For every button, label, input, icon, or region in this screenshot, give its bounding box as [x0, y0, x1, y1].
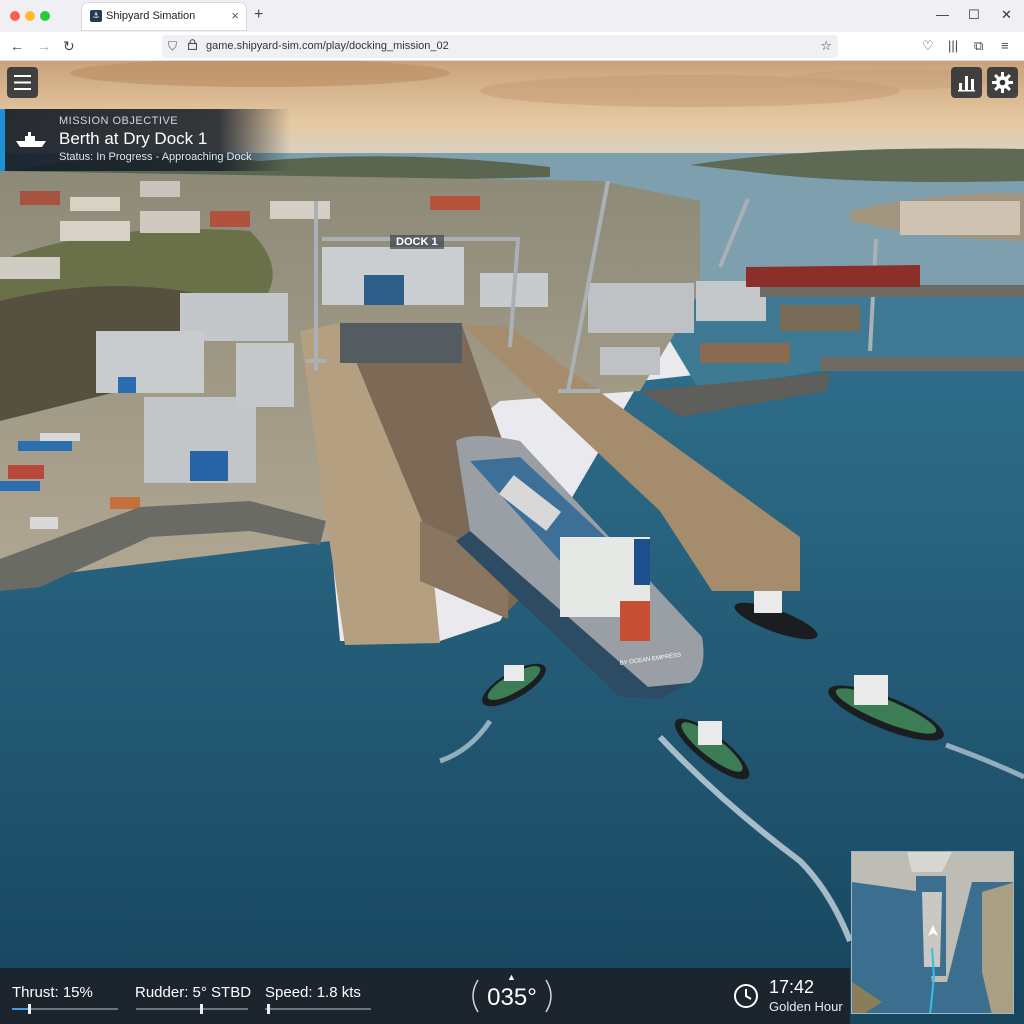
hamburger-icon — [14, 75, 31, 90]
url-text: game.shipyard-sim.com/play/docking_missi… — [206, 40, 449, 52]
settings-button[interactable] — [987, 67, 1018, 98]
tab-shipyard-simation[interactable]: ⚓ Shipyard Simation × — [82, 3, 246, 30]
heading-marker-icon: ▲ — [507, 972, 516, 982]
moored-ship — [746, 265, 920, 287]
heading-compass: ▲ 035° — [466, 968, 558, 1024]
rudder-readout: Rudder: 5° STBD — [135, 984, 252, 1001]
library-icon[interactable]: ||| — [948, 38, 958, 53]
thrust-slider-fill — [12, 1008, 28, 1010]
mission-title: Berth at Dry Dock 1 — [59, 129, 208, 148]
pier — [820, 357, 1024, 371]
heading-value: 035° — [487, 984, 537, 1011]
maximize-icon[interactable]: ☐ — [968, 7, 980, 23]
game-time: 17:42 — [769, 977, 815, 997]
forward-icon[interactable]: → — [37, 38, 51, 54]
speed-bar-indicator — [267, 1004, 270, 1014]
reload-icon[interactable]: ↻ — [63, 38, 75, 55]
player-position-arrow-icon — [928, 925, 938, 936]
ship-funnel — [634, 539, 650, 585]
zoom-window-button[interactable] — [40, 11, 50, 21]
app-menu-icon[interactable]: ≡ — [1001, 38, 1009, 53]
tab-close-icon[interactable]: × — [231, 8, 239, 23]
dock-caisson — [340, 323, 462, 363]
speed-readout: Speed: 1.8 kts — [265, 984, 361, 1001]
speed-bar — [265, 1004, 371, 1014]
thrust-readout: Thrust: 15% — [12, 984, 93, 1001]
gear-icon — [992, 72, 1013, 93]
bar-chart-icon — [958, 76, 975, 92]
ship-icon — [16, 132, 46, 147]
stats-button[interactable] — [951, 67, 982, 98]
minimize-icon[interactable]: — — [936, 7, 949, 22]
thrust-slider[interactable] — [12, 1004, 118, 1014]
tab-bar: ⚓ Shipyard Simation × + — ☐ ✕ — [0, 0, 1024, 32]
mission-status: Status: In Progress - Approaching Dock — [59, 151, 252, 163]
mission-label: MISSION OBJECTIVE — [59, 115, 179, 127]
shield-icon[interactable]: ⛉ — [168, 39, 177, 54]
bottom-hud-bar — [0, 968, 850, 1024]
mission-objective-panel[interactable]: MISSION OBJECTIVE Berth at Dry Dock 1 St… — [0, 109, 290, 171]
thrust-slider-handle[interactable] — [28, 1004, 31, 1014]
game-viewport[interactable]: BY OCEAN EMPRESS DOCK 1 MISSION OBJECTIV… — [0, 61, 1024, 1024]
new-tab-icon[interactable]: + — [254, 6, 263, 24]
rudder-slider-handle[interactable] — [200, 1004, 203, 1014]
lock-icon[interactable] — [188, 39, 197, 50]
lifeboat — [620, 601, 650, 641]
extensions-icon[interactable]: ⧉ — [974, 38, 983, 54]
address-bar[interactable]: ⛉ game.shipyard-sim.com/play/docking_mis… — [162, 35, 838, 58]
tab-title: Shipyard Simation — [106, 10, 196, 22]
minimize-window-button[interactable] — [25, 11, 35, 21]
time-of-day: Golden Hour — [769, 999, 843, 1014]
menu-button[interactable] — [7, 67, 38, 98]
minimap[interactable] — [851, 851, 1014, 1014]
navigation-bar: ← → ↻ ⛉ game.shipyard-sim.com/play/docki… — [0, 32, 1024, 61]
back-icon[interactable]: ← — [10, 38, 24, 54]
pocket-icon[interactable]: ♡ — [922, 38, 934, 54]
browser-window: ⚓ Shipyard Simation × + — ☐ ✕ ← → ↻ ⛉ ga… — [0, 0, 1024, 1024]
clock-icon — [734, 984, 758, 1008]
favicon-icon: ⚓ — [90, 10, 102, 22]
close-icon[interactable]: ✕ — [1001, 7, 1012, 23]
bookmark-star-icon[interactable]: ☆ — [820, 38, 832, 54]
close-window-button[interactable] — [10, 11, 20, 21]
dock-sign: DOCK 1 — [390, 235, 444, 249]
rudder-slider[interactable] — [136, 1004, 248, 1014]
